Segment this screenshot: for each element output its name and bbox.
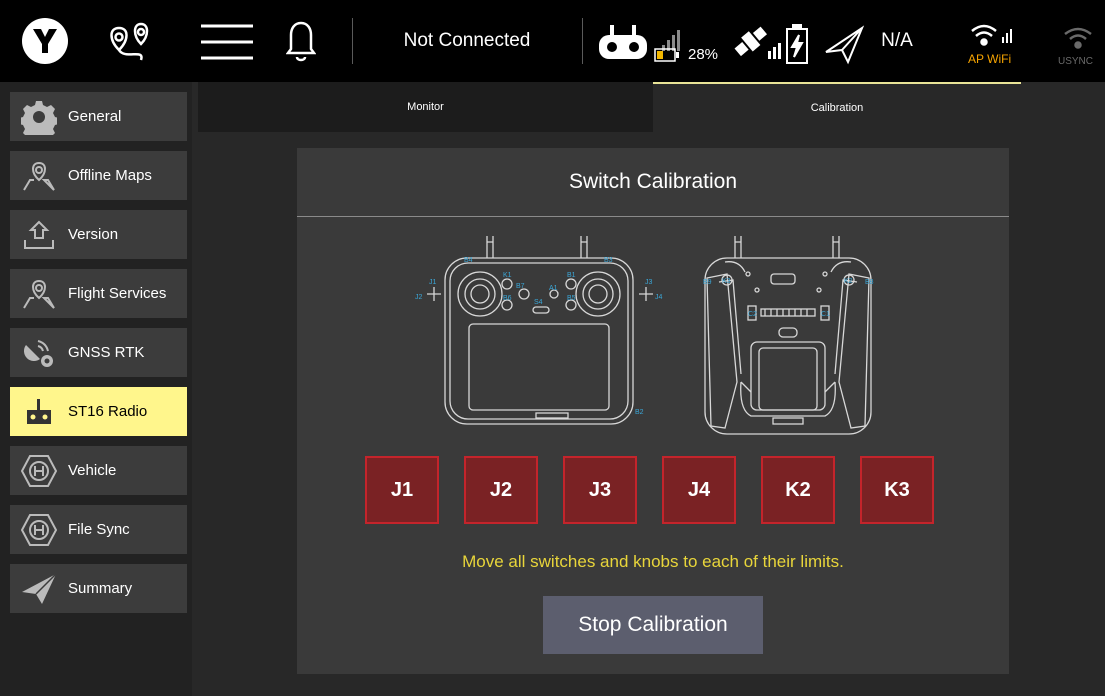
ap-wifi-label: AP WiFi — [968, 52, 1012, 66]
sidebar-item-label: GNSS RTK — [68, 344, 145, 361]
label-b1: B1 — [567, 272, 576, 279]
paper-plane-icon — [10, 564, 68, 613]
sidebar-item-label: Summary — [68, 580, 133, 597]
label-j1: J1 — [429, 279, 437, 286]
plan-route-icon[interactable] — [104, 18, 158, 68]
sidebar-item-label: File Sync — [68, 521, 130, 538]
map-pin-icon — [10, 151, 68, 200]
calibration-instruction: Move all switches and knobs to each of t… — [462, 552, 844, 571]
label-b8: B8 — [865, 279, 874, 286]
switch-k2-button[interactable]: K2 — [761, 456, 835, 524]
calibration-panel: Switch Calibration J1 J2 J3 J4 B4 B3 K1 … — [297, 148, 1009, 674]
sidebar-item-st16-radio[interactable]: ST16 Radio — [10, 387, 187, 436]
connection-status[interactable]: Not Connected — [352, 0, 582, 82]
sidebar-item-label: Offline Maps — [68, 167, 152, 184]
top-toolbar: Not Connected 28% N/A AP WiFi USYNC — [0, 0, 1105, 82]
label-b3: B3 — [604, 257, 613, 264]
map-pin-icon — [10, 269, 68, 318]
label-b9: B9 — [703, 279, 712, 286]
paper-plane-icon[interactable] — [822, 22, 866, 66]
sidebar-item-label: ST16 Radio — [68, 403, 148, 420]
sidebar-item-gnss-rtk[interactable]: GNSS RTK — [10, 328, 187, 377]
label-a1: A1 — [549, 285, 558, 292]
qgc-logo-icon[interactable] — [20, 16, 70, 66]
sidebar-item-summary[interactable]: Summary — [10, 564, 187, 613]
gear-icon — [10, 92, 68, 141]
sidebar-item-version[interactable]: Version — [10, 210, 187, 259]
upload-icon — [10, 210, 68, 259]
diagram-labels-front: J1 J2 J3 J4 B4 B3 K1 B6 B7 B1 B5 A1 S4 B… — [415, 257, 663, 416]
label-b7: B7 — [516, 283, 525, 290]
sidebar-item-flight-services[interactable]: Flight Services — [10, 269, 187, 318]
label-j3: J3 — [645, 279, 653, 286]
wifi-icon[interactable] — [970, 20, 1014, 52]
rc-battery-percent: 28% — [687, 45, 719, 63]
switch-j2-button[interactable]: J2 — [464, 456, 538, 524]
separator — [582, 18, 583, 64]
radio-controller-icon — [10, 387, 68, 436]
controller-front-view — [427, 236, 653, 425]
gps-satellite-icon[interactable] — [730, 18, 782, 66]
usync-label: USYNC — [1058, 56, 1094, 67]
sidebar-item-general[interactable]: General — [10, 92, 187, 141]
label-b2: B2 — [635, 409, 644, 416]
sidebar-item-vehicle[interactable]: Vehicle — [10, 446, 187, 495]
sidebar-item-label: Vehicle — [68, 462, 117, 479]
hamburger-menu-icon[interactable] — [198, 22, 256, 62]
satellite-gear-icon — [10, 328, 68, 377]
divider — [297, 216, 1009, 217]
tab-calibration[interactable]: Calibration — [653, 82, 1021, 132]
switch-j1-button[interactable]: J1 — [365, 456, 439, 524]
radio-controller-icon[interactable] — [596, 22, 650, 62]
controller-diagram: J1 J2 J3 J4 B4 B3 K1 B6 B7 B1 B5 A1 S4 B… — [415, 236, 874, 435]
switch-j3-button[interactable]: J3 — [563, 456, 637, 524]
battery-charging-icon[interactable] — [782, 22, 812, 66]
label-b5: B5 — [567, 295, 576, 302]
label-c2: C2 — [748, 311, 757, 318]
usync-wifi-icon[interactable] — [1062, 24, 1094, 50]
label-c1: C1 — [821, 311, 830, 318]
panel-title: Switch Calibration — [568, 170, 738, 193]
switch-list: J1 J2 J3 J4 K2 K3 — [365, 456, 934, 524]
battery-value: N/A — [881, 30, 913, 51]
controller-back-view — [704, 236, 872, 435]
sidebar-item-label: Flight Services — [68, 285, 167, 302]
label-k3: K3 — [722, 278, 731, 285]
hexagon-h-icon — [10, 446, 68, 495]
battery-icon — [654, 46, 680, 64]
sidebar-item-file-sync[interactable]: File Sync — [10, 505, 187, 554]
label-k2: K2 — [844, 278, 853, 285]
tab-bar: Monitor Calibration — [198, 82, 1021, 132]
label-s4: S4 — [534, 299, 543, 306]
label-b4: B4 — [464, 257, 473, 264]
label-j2: J2 — [415, 294, 423, 301]
switch-k3-button[interactable]: K3 — [860, 456, 934, 524]
switch-j4-button[interactable]: J4 — [662, 456, 736, 524]
label-k1: K1 — [503, 272, 512, 279]
sidebar: General Offline Maps Version Flight Serv… — [0, 82, 192, 696]
sidebar-item-offline-maps[interactable]: Offline Maps — [10, 151, 187, 200]
label-b6: B6 — [503, 295, 512, 302]
label-j4: J4 — [655, 294, 663, 301]
stop-calibration-button[interactable]: Stop Calibration — [543, 596, 763, 654]
hexagon-h-icon — [10, 505, 68, 554]
sidebar-item-label: Version — [68, 226, 119, 243]
tab-monitor[interactable]: Monitor — [198, 82, 653, 132]
bell-icon[interactable] — [286, 18, 316, 64]
sidebar-item-label: General — [68, 108, 122, 125]
